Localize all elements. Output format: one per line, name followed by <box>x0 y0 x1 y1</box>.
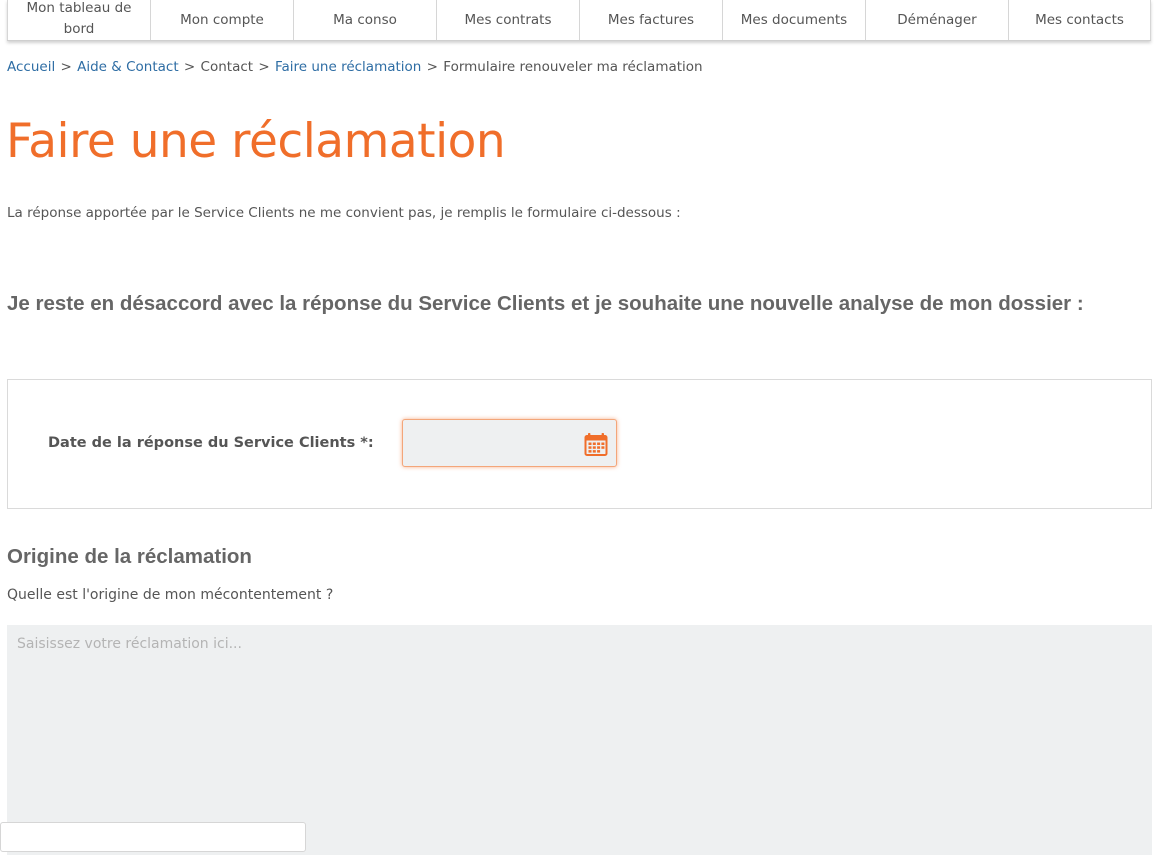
breadcrumb-separator: > <box>183 59 196 75</box>
breadcrumb-link-faire-reclamation[interactable]: Faire une réclamation <box>275 59 421 75</box>
nav-item-mes-contrats[interactable]: Mes contrats <box>436 0 579 40</box>
origin-heading: Origine de la réclamation <box>7 545 252 568</box>
bottom-overlay-panel <box>0 822 306 852</box>
page-title: Faire une réclamation <box>6 114 506 169</box>
intro-text: La réponse apportée par le Service Clien… <box>7 205 681 221</box>
breadcrumb-link-aide-contact[interactable]: Aide & Contact <box>77 59 179 75</box>
nav-item-label: Mes contacts <box>1035 11 1124 28</box>
nav-item-label: Mes documents <box>740 11 848 28</box>
complaint-textarea[interactable] <box>7 625 1152 855</box>
nav-item-tableau-de-bord[interactable]: Mon tableau de bord <box>7 0 150 40</box>
nav-item-demenager[interactable]: Déménager <box>865 0 1008 40</box>
top-navigation: Mon tableau de bord Mon compte Ma conso … <box>7 0 1151 41</box>
nav-item-label: Mes contrats <box>464 11 552 28</box>
origin-question: Quelle est l'origine de mon mécontenteme… <box>7 587 334 603</box>
nav-item-label: Mon compte <box>180 11 264 28</box>
date-panel: Date de la réponse du Service Clients *: <box>7 379 1152 509</box>
date-input[interactable] <box>402 419 617 467</box>
breadcrumb: Accueil > Aide & Contact > Contact > Fai… <box>7 58 703 76</box>
breadcrumb-link-accueil[interactable]: Accueil <box>7 59 55 75</box>
date-label: Date de la réponse du Service Clients *: <box>48 435 374 451</box>
nav-item-label: Ma conso <box>333 11 397 28</box>
nav-item-mes-documents[interactable]: Mes documents <box>722 0 865 40</box>
nav-item-ma-conso[interactable]: Ma conso <box>293 0 436 40</box>
breadcrumb-separator: > <box>60 59 72 75</box>
breadcrumb-current-page: Formulaire renouveler ma réclamation <box>443 59 703 75</box>
breadcrumb-separator: > <box>426 59 438 75</box>
section-heading: Je reste en désaccord avec la réponse du… <box>7 292 1084 315</box>
nav-item-label: Mon tableau de bord <box>26 0 132 37</box>
breadcrumb-item-contact: Contact <box>200 59 254 75</box>
breadcrumb-separator: > <box>258 59 270 75</box>
nav-item-mon-compte[interactable]: Mon compte <box>150 0 293 40</box>
nav-item-label: Mes factures <box>607 11 695 28</box>
calendar-icon[interactable] <box>584 432 608 456</box>
nav-item-mes-contacts[interactable]: Mes contacts <box>1008 0 1151 40</box>
nav-item-mes-factures[interactable]: Mes factures <box>579 0 722 40</box>
nav-item-label: Déménager <box>897 11 977 28</box>
